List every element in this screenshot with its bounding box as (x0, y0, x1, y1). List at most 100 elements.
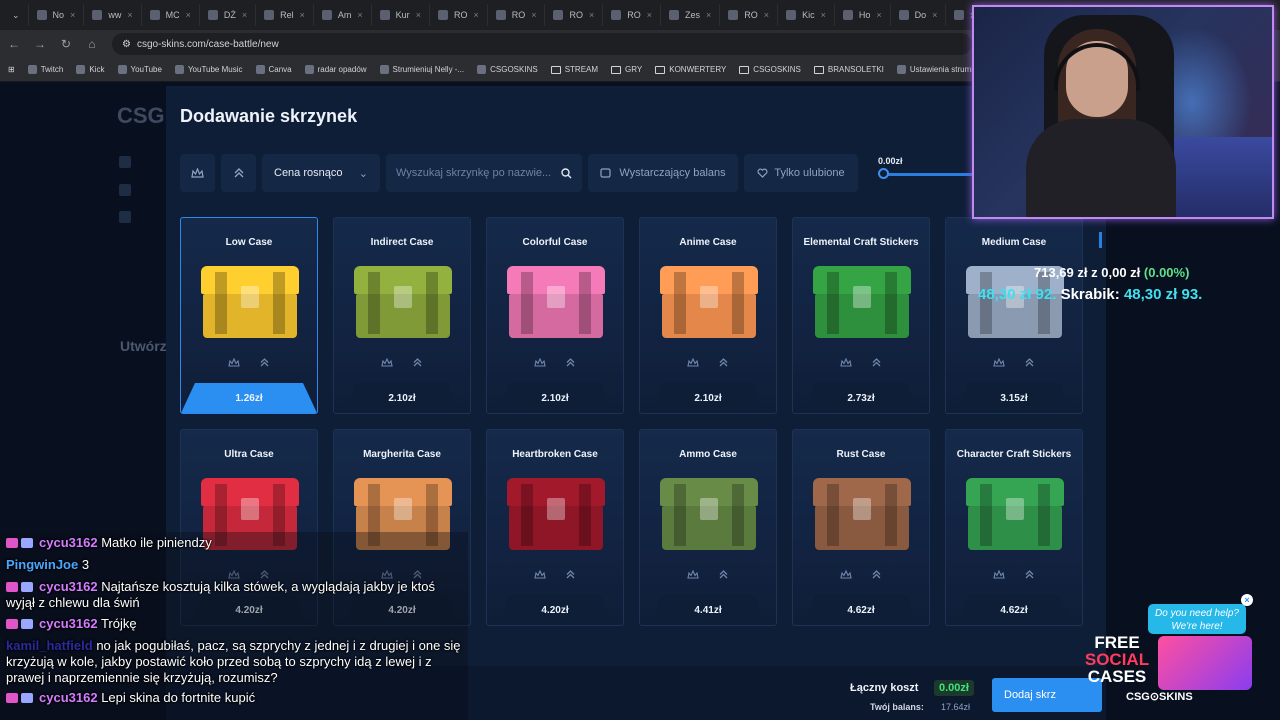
slider-track[interactable] (883, 173, 978, 176)
back-icon[interactable]: ← (8, 37, 20, 51)
chat-username[interactable]: PingwinJoe (6, 557, 78, 572)
bookmark-folder[interactable]: STREAM (550, 65, 598, 74)
bookmark-folder[interactable]: BRANSOLETKI (813, 65, 884, 74)
home-icon[interactable]: ⌂ (86, 37, 98, 51)
browser-tab[interactable]: Am × (314, 4, 372, 26)
forward-icon[interactable]: → (34, 37, 46, 51)
tab-close-icon[interactable]: × (242, 10, 247, 20)
apps-icon[interactable]: ⊞ (8, 65, 15, 74)
browser-tab[interactable]: Do × (891, 4, 947, 26)
crown-icon[interactable] (685, 355, 700, 370)
chat-username[interactable]: kamil_hatfield (6, 638, 93, 653)
crown-icon[interactable] (991, 567, 1006, 582)
case-card[interactable]: Character Craft Stickers 4.62zł (945, 429, 1083, 626)
close-icon[interactable]: × (1241, 594, 1253, 606)
chevron-up-double-icon[interactable] (563, 567, 578, 582)
tab-close-icon[interactable]: × (821, 10, 826, 20)
browser-tab[interactable]: DŻ × (200, 4, 257, 26)
case-card[interactable]: Medium Case 3.15zł (945, 217, 1083, 414)
case-card[interactable]: Colorful Case 2.10zł (486, 217, 624, 414)
chevron-up-double-icon[interactable] (716, 567, 731, 582)
case-search-input[interactable]: Wyszukaj skrzynkę po nazwie... (386, 154, 582, 192)
bookmark-folder[interactable]: KONWERTERY (655, 65, 726, 74)
tab-close-icon[interactable]: × (357, 10, 362, 20)
tab-close-icon[interactable]: × (70, 10, 75, 20)
chevron-up-double-icon[interactable] (716, 355, 731, 370)
browser-tab[interactable]: RO × (430, 4, 488, 26)
case-card[interactable]: Ammo Case 4.41zł (639, 429, 777, 626)
scrollbar-thumb[interactable] (1099, 232, 1102, 248)
browser-tab[interactable]: MC × (142, 4, 200, 26)
browser-tab[interactable]: RO × (488, 4, 546, 26)
crown-icon[interactable] (532, 567, 547, 582)
bookmark-item[interactable]: Canva (255, 65, 292, 74)
tab-close-icon[interactable]: × (706, 10, 711, 20)
crown-icon[interactable] (991, 355, 1006, 370)
case-card[interactable]: Heartbroken Case 4.20zł (486, 429, 624, 626)
tab-close-icon[interactable]: × (647, 10, 652, 20)
bookmark-item[interactable]: CSGOSKINS (477, 65, 538, 74)
tab-close-icon[interactable]: × (416, 10, 421, 20)
crown-icon[interactable] (838, 355, 853, 370)
browser-tab[interactable]: RO × (720, 4, 779, 26)
tab-close-icon[interactable]: × (473, 10, 478, 20)
browser-tab[interactable]: ww × (84, 4, 142, 26)
browser-tab[interactable]: RO × (603, 4, 662, 26)
bookmark-item[interactable]: Strumieniuj Nelly -... (379, 65, 464, 74)
chat-username[interactable]: cycu3162 (39, 535, 98, 550)
chat-username[interactable]: cycu3162 (39, 616, 98, 631)
tab-close-icon[interactable]: × (300, 10, 305, 20)
sufficient-balance-filter[interactable]: Wystarczający balans (588, 154, 738, 192)
free-social-cases-promo[interactable]: FREE SOCIAL CASES CSG⊙SKINS (1060, 632, 1260, 708)
chevron-up-double-icon[interactable] (869, 567, 884, 582)
bookmark-item[interactable]: YouTube Music (174, 65, 243, 74)
bookmark-folder[interactable]: CSGOSKINS (739, 65, 801, 74)
chevron-up-double-icon[interactable] (1022, 567, 1037, 582)
tab-close-icon[interactable]: × (932, 10, 937, 20)
case-card[interactable]: Elemental Craft Stickers 2.73zł (792, 217, 930, 414)
crown-icon[interactable] (226, 355, 241, 370)
chevron-up-double-icon[interactable] (869, 355, 884, 370)
bookmark-item[interactable]: Twitch (27, 65, 63, 74)
help-bubble[interactable]: Do you need help? We're here! (1148, 604, 1246, 634)
browser-tab[interactable]: Rel × (256, 4, 314, 26)
sort-select[interactable]: Cena rosnąco ⌄ (262, 154, 380, 192)
rank-filter-button[interactable] (221, 154, 256, 192)
url-field[interactable]: ⚙ csgo-skins.com/case-battle/new (112, 33, 972, 55)
crown-filter-button[interactable] (180, 154, 215, 192)
case-card[interactable]: Indirect Case 2.10zł (333, 217, 471, 414)
crown-icon[interactable] (685, 567, 700, 582)
chat-username[interactable]: cycu3162 (39, 579, 98, 594)
tab-list-icon[interactable]: ⌄ (4, 4, 29, 26)
browser-tab[interactable]: Ho × (835, 4, 891, 26)
clock-icon[interactable] (119, 156, 131, 168)
chevron-up-double-icon[interactable] (257, 355, 272, 370)
chevron-up-double-icon[interactable] (1022, 355, 1037, 370)
browser-tab[interactable]: Kic × (778, 4, 835, 26)
slider-handle[interactable] (878, 168, 889, 179)
crown-icon[interactable] (838, 567, 853, 582)
tab-close-icon[interactable]: × (589, 10, 594, 20)
reload-icon[interactable]: ↻ (60, 37, 72, 51)
like-icon[interactable] (119, 184, 131, 196)
chevron-up-double-icon[interactable] (563, 355, 578, 370)
browser-tab[interactable]: No × (29, 4, 85, 26)
tab-close-icon[interactable]: × (531, 10, 536, 20)
favorites-only-filter[interactable]: Tylko ulubione (744, 154, 858, 192)
browser-tab[interactable]: RO × (545, 4, 604, 26)
browser-tab[interactable]: Zes × (661, 4, 721, 26)
case-card[interactable]: Rust Case 4.62zł (792, 429, 930, 626)
site-logo[interactable]: CSG (117, 103, 165, 129)
tab-close-icon[interactable]: × (186, 10, 191, 20)
price-slider[interactable]: 0.00zł (878, 154, 978, 192)
crown-icon[interactable] (379, 355, 394, 370)
tab-close-icon[interactable]: × (764, 10, 769, 20)
bookmark-folder[interactable]: GRY (611, 65, 642, 74)
case-card[interactable]: Low Case 1.26zł (180, 217, 318, 414)
bookmark-item[interactable]: Kick (76, 65, 105, 74)
case-card[interactable]: Anime Case 2.10zł (639, 217, 777, 414)
bookmark-item[interactable]: YouTube (117, 65, 162, 74)
bookmark-item[interactable]: radar opadów (304, 65, 367, 74)
crown-icon[interactable] (532, 355, 547, 370)
site-info-icon[interactable]: ⚙ (122, 39, 131, 50)
